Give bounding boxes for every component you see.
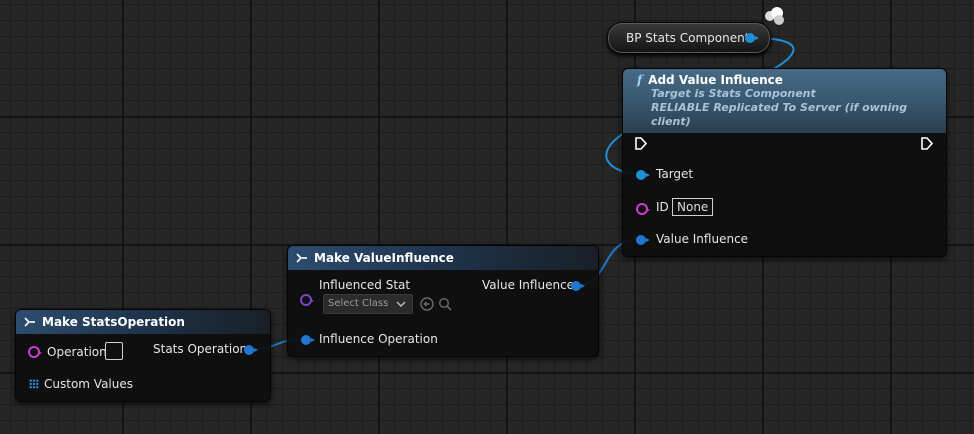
value-influence-input-label: Value Influence	[656, 232, 749, 246]
value-influence-output-label: Value Influence	[482, 278, 575, 292]
stats-operation-output-label: Stats Operation	[153, 342, 248, 356]
make-struct-icon	[296, 252, 308, 264]
make-stats-operation-node[interactable]: Make StatsOperation Operation Stats Oper…	[15, 309, 271, 402]
make-value-influence-title: Make ValueInfluence	[314, 251, 454, 265]
custom-values-label: Custom Values	[44, 377, 133, 391]
value-influence-input-pin[interactable]	[636, 235, 650, 245]
id-value-field[interactable]: None	[672, 198, 714, 216]
function-icon: f	[637, 73, 643, 87]
influenced-stat-input-pin[interactable]	[300, 294, 314, 306]
add-value-influence-header: f Add Value Influence Target is Stats Com…	[623, 69, 946, 133]
make-stats-operation-title: Make StatsOperation	[42, 315, 185, 329]
id-label: ID	[656, 200, 669, 214]
influenced-stat-label: Influenced Stat	[319, 278, 411, 292]
browse-search-icon[interactable]	[438, 297, 452, 311]
exec-output-pin[interactable]	[921, 137, 933, 150]
add-value-influence-subtitle-2: RELIABLE Replicated To Server (if owning…	[651, 101, 908, 128]
add-value-influence-subtitle-1: Target is Stats Component	[651, 87, 816, 100]
operation-input-pin[interactable]	[28, 346, 42, 358]
add-value-influence-node[interactable]: f Add Value Influence Target is Stats Com…	[622, 68, 947, 257]
add-value-influence-title: Add Value Influence	[648, 73, 783, 87]
influence-operation-input-pin[interactable]	[301, 335, 315, 345]
bp-stats-component-node[interactable]: BP Stats Component	[607, 22, 771, 54]
make-value-influence-header: Make ValueInfluence	[288, 246, 598, 270]
select-class-dropdown[interactable]: Select Class	[323, 294, 413, 314]
make-stats-operation-header: Make StatsOperation	[16, 310, 270, 334]
chevron-down-icon	[396, 301, 406, 308]
comment-bubble-icon[interactable]	[765, 7, 785, 25]
stats-operation-output-pin[interactable]	[244, 345, 258, 355]
use-selected-asset-icon[interactable]	[420, 297, 434, 311]
id-input-pin[interactable]	[636, 203, 650, 215]
custom-values-array-icon[interactable]	[29, 379, 39, 389]
target-input-pin[interactable]	[636, 170, 650, 180]
operation-label: Operation	[47, 345, 107, 359]
operation-value-box[interactable]	[105, 342, 123, 360]
select-class-text: Select Class	[328, 298, 389, 309]
make-struct-icon	[24, 316, 36, 328]
value-influence-output-pin[interactable]	[571, 281, 585, 291]
make-value-influence-node[interactable]: Make ValueInfluence Influenced Stat Sele…	[287, 245, 599, 357]
target-label: Target	[656, 167, 694, 181]
bp-stats-component-label: BP Stats Component	[626, 31, 750, 45]
exec-input-pin[interactable]	[635, 137, 647, 150]
influence-operation-label: Influence Operation	[319, 332, 438, 346]
bp-stats-component-output-pin[interactable]	[745, 33, 759, 43]
